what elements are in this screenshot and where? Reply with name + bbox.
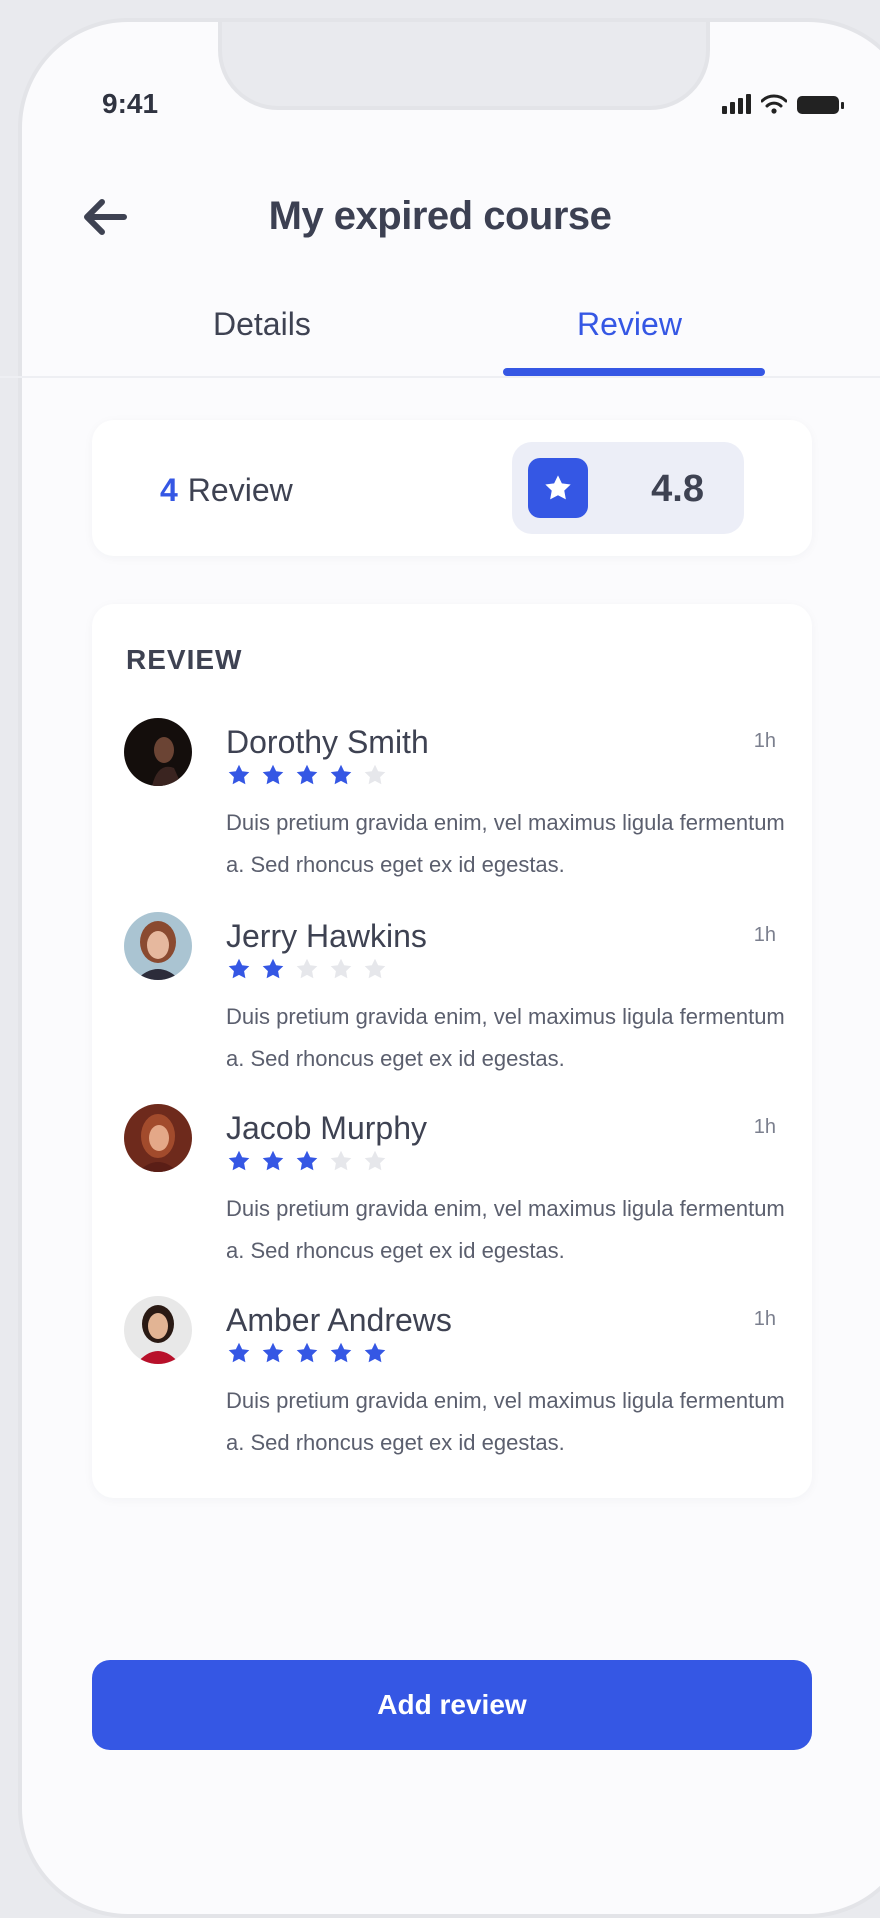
star-filled-icon <box>228 1342 250 1363</box>
star-filled-icon <box>296 1150 318 1171</box>
signal-icon <box>722 94 751 114</box>
review-text: Duis pretium gravida enim, vel maximus l… <box>226 810 785 877</box>
star-filled-icon <box>262 958 284 979</box>
star-empty-icon <box>296 958 318 979</box>
wifi-icon <box>761 94 787 114</box>
star-empty-icon <box>330 1150 352 1171</box>
star-filled-icon <box>296 764 318 785</box>
review-time: 1h <box>753 1308 776 1330</box>
review-text: Duis pretium gravida enim, vel maximus l… <box>226 1196 785 1263</box>
review-count-number: 4 <box>160 472 178 508</box>
star-filled-icon <box>262 1150 284 1171</box>
rating-value: 4.8 <box>651 468 704 510</box>
star-filled-icon <box>228 764 250 785</box>
star-empty-icon <box>330 958 352 979</box>
star-filled-icon <box>262 764 284 785</box>
review-time: 1h <box>753 730 776 752</box>
active-tab-indicator <box>503 368 765 376</box>
review-item: Jacob Murphy 1h Duis pretium gravida eni… <box>92 1104 812 1284</box>
star-empty-icon <box>364 764 386 785</box>
review-summary-card: 4 Review 4.8 <box>92 420 812 556</box>
review-text: Duis pretium gravida enim, vel maximus l… <box>226 1004 785 1071</box>
tab-details[interactable]: Details <box>213 306 311 343</box>
rating-badge: 4.8 <box>512 442 744 534</box>
review-item: Amber Andrews 1h Duis pretium gravida en… <box>92 1296 812 1476</box>
star-empty-icon <box>364 1150 386 1171</box>
star-filled-icon <box>330 1342 352 1363</box>
reviews-card: REVIEW Dorothy Smith 1h Duis pretium gra… <box>92 604 812 1498</box>
reviewer-name: Dorothy Smith <box>226 724 429 760</box>
star-rating <box>226 1148 388 1174</box>
tab-review[interactable]: Review <box>577 306 682 343</box>
review-time: 1h <box>753 924 776 946</box>
star-empty-icon <box>364 958 386 979</box>
battery-icon <box>797 96 844 114</box>
star-filled-icon <box>330 764 352 785</box>
reviewer-name: Amber Andrews <box>226 1302 452 1338</box>
avatar <box>124 1104 192 1172</box>
review-count-label: Review <box>187 472 293 508</box>
tab-bar: Details Review <box>0 306 880 378</box>
star-filled-icon <box>228 1150 250 1171</box>
page-title: My expired course <box>268 194 612 238</box>
avatar <box>124 718 192 786</box>
reviewer-name: Jacob Murphy <box>226 1110 427 1146</box>
section-title: REVIEW <box>126 644 243 675</box>
star-rating <box>226 1340 388 1366</box>
review-text: Duis pretium gravida enim, vel maximus l… <box>226 1388 785 1455</box>
star-filled-icon <box>296 1342 318 1363</box>
status-time: 9:41 <box>102 88 159 119</box>
star-filled-icon <box>364 1342 386 1363</box>
add-review-button[interactable]: Add review <box>92 1660 812 1750</box>
review-item: Jerry Hawkins 1h Duis pretium gravida en… <box>92 912 812 1092</box>
star-filled-icon <box>262 1342 284 1363</box>
star-rating <box>226 762 388 788</box>
review-item: Dorothy Smith 1h Duis pretium gravida en… <box>92 718 812 898</box>
review-count: 4 Review <box>160 472 293 509</box>
star-filled-icon <box>228 958 250 979</box>
reviewer-name: Jerry Hawkins <box>226 918 427 954</box>
avatar <box>124 912 192 980</box>
star-rating <box>226 956 388 982</box>
status-icons <box>722 90 844 114</box>
review-time: 1h <box>753 1116 776 1138</box>
notch <box>218 22 710 110</box>
avatar <box>124 1296 192 1364</box>
